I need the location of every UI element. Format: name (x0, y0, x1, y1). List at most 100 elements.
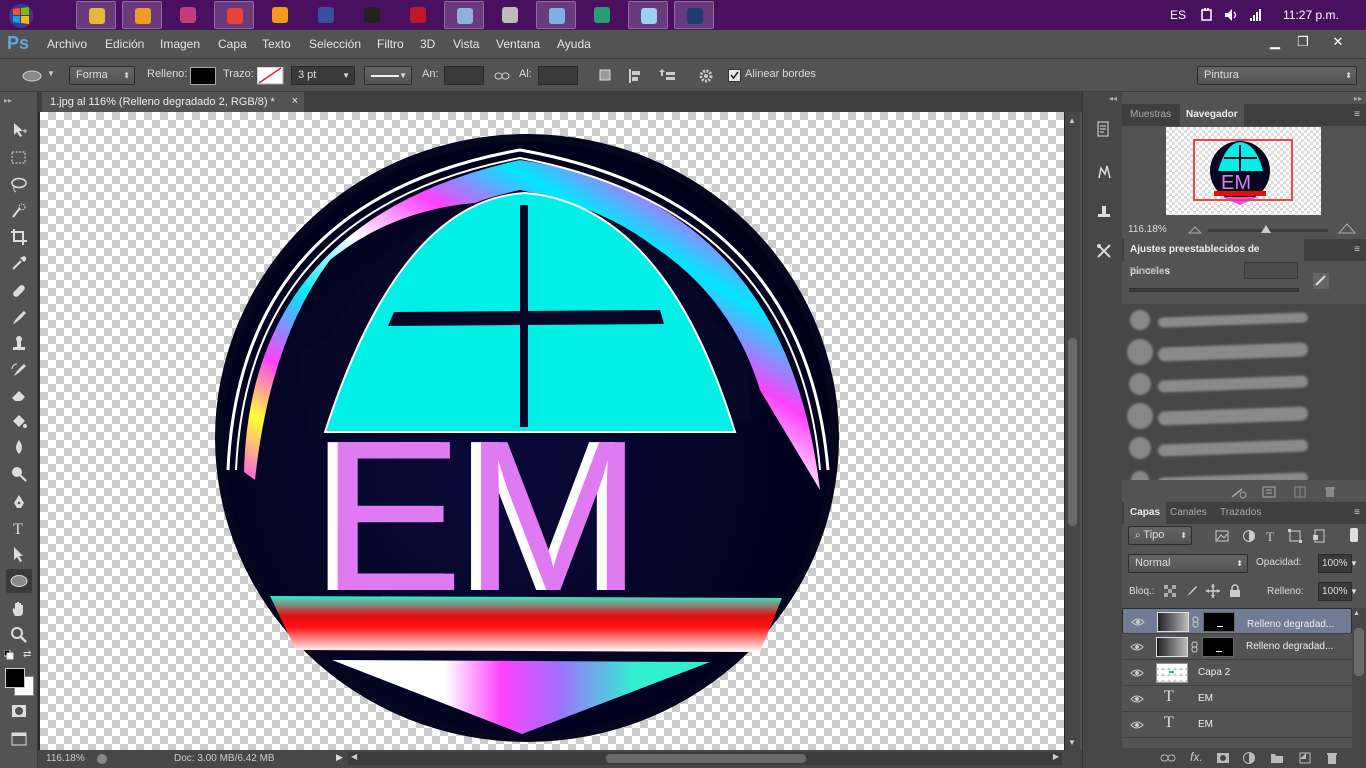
fill-dropdown-icon[interactable]: ▼ (1350, 582, 1362, 601)
signal-icon[interactable] (1249, 8, 1263, 22)
filter-pixel-icon[interactable] (1215, 529, 1229, 543)
brush-preset-item[interactable] (1122, 368, 1366, 400)
filter-toggle-switch[interactable] (1350, 528, 1358, 542)
tab-paths[interactable]: Trazados (1214, 502, 1267, 524)
pen-tool-icon[interactable] (6, 490, 32, 514)
add-mask-icon[interactable] (1216, 751, 1230, 765)
default-colors-icon[interactable] (3, 649, 14, 660)
quick-selection-tool-icon[interactable] (6, 199, 32, 223)
visibility-eye-icon[interactable] (1130, 640, 1144, 654)
taskbar-app-button[interactable] (444, 1, 484, 29)
menu-item[interactable]: 3D (420, 37, 435, 51)
taskbar-app-button[interactable] (628, 1, 668, 29)
collapse-dock-icon[interactable]: ▸▸ (1354, 94, 1362, 103)
link-layers-icon[interactable] (1160, 752, 1176, 764)
shape-mode-select[interactable]: Forma ⬍ (69, 66, 135, 85)
layer-filter-select[interactable]: ⌕ Tipo ⬍ (1128, 526, 1192, 545)
healing-brush-tool-icon[interactable] (6, 279, 32, 303)
tab-swatches[interactable]: Muestras (1124, 104, 1177, 126)
minimize-button[interactable]: ▁ (1260, 33, 1290, 51)
clone-source-panel-icon[interactable] (1095, 202, 1113, 220)
dodge-tool-icon[interactable] (6, 462, 32, 486)
taskbar-app-button[interactable] (582, 1, 622, 29)
history-panel-icon[interactable] (1095, 120, 1113, 138)
type-tool-icon[interactable]: T (6, 516, 32, 540)
stroke-width-input[interactable]: 3 pt ▼ (291, 66, 355, 85)
mask-link-icon[interactable] (1191, 641, 1198, 653)
history-brush-tool-icon[interactable] (6, 358, 32, 382)
text-layer-icon[interactable]: T (1164, 714, 1174, 732)
menu-item[interactable]: Edición (105, 37, 144, 51)
opacity-input[interactable]: 100% (1318, 554, 1352, 573)
lock-position-icon[interactable] (1206, 584, 1220, 598)
menu-item[interactable]: Capa (218, 37, 247, 51)
horizontal-scrollbar[interactable]: ◀ ▶ (348, 752, 1062, 765)
fill-swatch[interactable] (190, 67, 216, 85)
zoom-in-icon[interactable] (1338, 222, 1356, 234)
new-adjustment-layer-icon[interactable] (1242, 751, 1256, 765)
menu-item[interactable]: Ayuda (557, 37, 591, 51)
menu-item[interactable]: Imagen (160, 37, 200, 51)
path-operations-icon[interactable] (598, 68, 614, 84)
brush-grid-icon[interactable] (1262, 486, 1276, 498)
filter-shape-icon[interactable] (1288, 529, 1302, 543)
navigator-menu-icon[interactable]: ≡ (1354, 109, 1360, 120)
layers-menu-icon[interactable]: ≡ (1354, 507, 1360, 518)
eyedropper-tool-icon[interactable] (6, 251, 32, 275)
brush-size-slider[interactable] (1129, 288, 1299, 292)
brush-size-input[interactable] (1244, 262, 1298, 279)
power-icon[interactable] (1200, 8, 1214, 22)
zoom-out-icon[interactable] (1188, 224, 1202, 234)
menu-item[interactable]: Filtro (377, 37, 404, 51)
language-indicator[interactable]: ES (1170, 0, 1186, 30)
brush-panel-toggle-icon[interactable] (1312, 272, 1330, 290)
move-tool-icon[interactable] (6, 118, 32, 142)
menu-item[interactable]: Texto (262, 37, 291, 51)
lock-all-icon[interactable] (1229, 584, 1241, 598)
layer-mask-thumbnail[interactable] (1203, 612, 1235, 632)
layers-scroll-thumb[interactable] (1354, 628, 1364, 676)
navigator-zoom-value[interactable]: 116.18% (1128, 224, 1167, 235)
brush-tool-icon[interactable] (6, 306, 32, 330)
collapse-toolbar-icon[interactable]: ▸▸ (4, 96, 12, 105)
filter-type-icon[interactable]: T (1264, 529, 1278, 543)
filter-smart-object-icon[interactable] (1312, 529, 1326, 543)
visibility-eye-icon[interactable] (1130, 692, 1144, 706)
status-menu-arrow[interactable]: ▶ (336, 752, 343, 763)
ellipse-tool-icon[interactable] (6, 569, 32, 593)
taskbar-app-button[interactable] (674, 1, 714, 29)
stroke-style-select[interactable]: ▼ (364, 66, 412, 85)
navigator-preview[interactable]: EM (1166, 127, 1321, 215)
brush-preset-item[interactable] (1122, 400, 1366, 432)
layer-row[interactable]: Relleno degradad... (1122, 608, 1352, 634)
opacity-dropdown-icon[interactable]: ▼ (1350, 554, 1362, 573)
lock-transparent-icon[interactable] (1164, 585, 1176, 597)
brush-preset-item[interactable] (1122, 304, 1366, 336)
pixel-layer-thumbnail[interactable] (1156, 663, 1188, 683)
taskbar-app-button[interactable] (168, 1, 208, 29)
taskbar-app-button[interactable] (306, 1, 346, 29)
brush-presets-menu-icon[interactable]: ≡ (1354, 244, 1360, 255)
paint-bucket-tool-icon[interactable] (6, 409, 32, 433)
document-canvas[interactable]: EM EM (40, 112, 1064, 750)
navigator-zoom-slider-handle[interactable] (1261, 225, 1271, 233)
marquee-tool-icon[interactable] (6, 146, 32, 170)
lock-pixels-icon[interactable] (1185, 584, 1199, 598)
screen-mode-icon[interactable] (6, 727, 32, 751)
layers-scrollbar[interactable]: ▲ (1352, 608, 1366, 748)
visibility-eye-icon[interactable] (1131, 615, 1145, 629)
vertical-scrollbar[interactable]: ▲ ▼ (1065, 112, 1080, 750)
taskbar-app-button[interactable] (260, 1, 300, 29)
clone-stamp-tool-icon[interactable] (6, 332, 32, 356)
new-brush-icon[interactable] (1294, 486, 1306, 498)
path-selection-tool-icon[interactable] (6, 542, 32, 566)
brush-preset-item[interactable] (1122, 336, 1366, 368)
menu-item[interactable]: Vista (453, 37, 479, 51)
close-window-button[interactable]: ✕ (1320, 33, 1356, 51)
mask-link-icon[interactable] (1192, 616, 1199, 628)
close-tab-icon[interactable]: × (292, 95, 298, 107)
foreground-color-swatch[interactable] (5, 668, 25, 688)
layer-effects-icon[interactable]: fx. (1190, 750, 1203, 764)
volume-icon[interactable] (1224, 8, 1240, 22)
tab-channels[interactable]: Canales (1164, 502, 1213, 524)
